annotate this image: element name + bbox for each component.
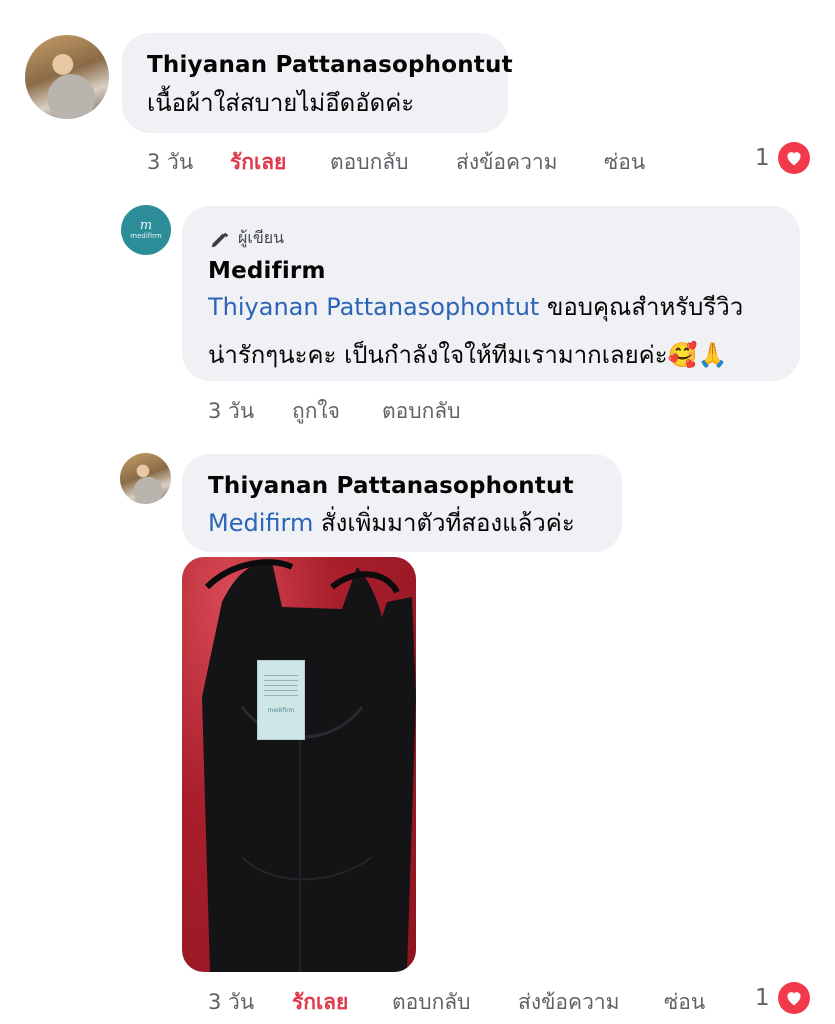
reply-time: 3 วัน — [208, 399, 255, 423]
hide-button[interactable]: ซ่อน — [604, 146, 645, 179]
hide-button[interactable]: ซ่อน — [664, 986, 705, 1019]
mention-link[interactable]: Thiyanan Pattanasophontut — [208, 293, 539, 321]
avatar[interactable] — [120, 453, 171, 504]
garment-image — [202, 559, 416, 972]
reply-button[interactable]: ตอบกลับ — [392, 986, 471, 1019]
comment-photo[interactable]: medifirm — [182, 557, 416, 972]
reaction-count[interactable]: 1 — [755, 145, 770, 171]
love-button[interactable]: รักเลย — [292, 986, 348, 1019]
page-avatar-mark: m — [139, 217, 153, 233]
hang-tag-brand: medifirm — [267, 707, 295, 714]
comment-actions: 3 วัน รักเลย ตอบกลับ ส่งข้อความ ซ่อน — [0, 986, 835, 1016]
comment-text: เนื้อผ้าใส่สบายไม่อึดอัดค่ะ — [147, 89, 415, 117]
comment-text-body: สั่งเพิ่มมาตัวที่สองแล้วค่ะ — [313, 509, 575, 537]
reply-button[interactable]: ตอบกลับ — [382, 395, 461, 428]
comment-text: Medifirm สั่งเพิ่มมาตัวที่สองแล้วค่ะ — [208, 504, 575, 542]
send-message-button[interactable]: ส่งข้อความ — [456, 146, 558, 179]
comment-actions: 3 วัน รักเลย ตอบกลับ ส่งข้อความ ซ่อน — [0, 146, 835, 176]
reply-button[interactable]: ตอบกลับ — [330, 146, 409, 179]
reply-actions: 3 วัน ถูกใจ ตอบกลับ — [0, 395, 835, 425]
pen-icon — [211, 232, 229, 247]
hang-tag: medifirm — [257, 660, 305, 740]
reply-text-line2-wrap: น่ารักๆนะคะ เป็นกำลังใจให้ทีมเรามากเลยค่… — [208, 336, 727, 374]
heart-icon[interactable] — [778, 982, 810, 1014]
mention-link[interactable]: Medifirm — [208, 509, 313, 537]
reply-text-line1: ขอบคุณสำหรับรีวิว — [539, 293, 744, 321]
reply-emojis: 🥰🙏 — [667, 341, 728, 369]
send-message-button[interactable]: ส่งข้อความ — [518, 986, 620, 1019]
reply-author[interactable]: Medifirm — [208, 258, 326, 284]
reply-text-line2: น่ารักๆนะคะ เป็นกำลังใจให้ทีมเรามากเลยค่… — [208, 341, 668, 369]
love-button[interactable]: รักเลย — [230, 146, 286, 179]
comment-time: 3 วัน — [147, 150, 194, 174]
author-badge-label: ผู้เขียน — [238, 228, 285, 247]
like-button[interactable]: ถูกใจ — [292, 395, 340, 428]
page-avatar[interactable]: m medifirm — [121, 205, 171, 255]
author-badge: ผู้เขียน — [208, 226, 284, 251]
reply-text: Thiyanan Pattanasophontut ขอบคุณสำหรับรี… — [208, 288, 743, 326]
page-avatar-text: medifirm — [130, 231, 162, 240]
reaction-count[interactable]: 1 — [755, 985, 770, 1011]
comment-time: 3 วัน — [208, 990, 255, 1014]
heart-icon[interactable] — [778, 142, 810, 174]
avatar[interactable] — [25, 35, 109, 119]
hang-tag-lines — [264, 671, 298, 699]
comment-author[interactable]: Thiyanan Pattanasophontut — [147, 52, 513, 78]
comment-author[interactable]: Thiyanan Pattanasophontut — [208, 473, 574, 499]
